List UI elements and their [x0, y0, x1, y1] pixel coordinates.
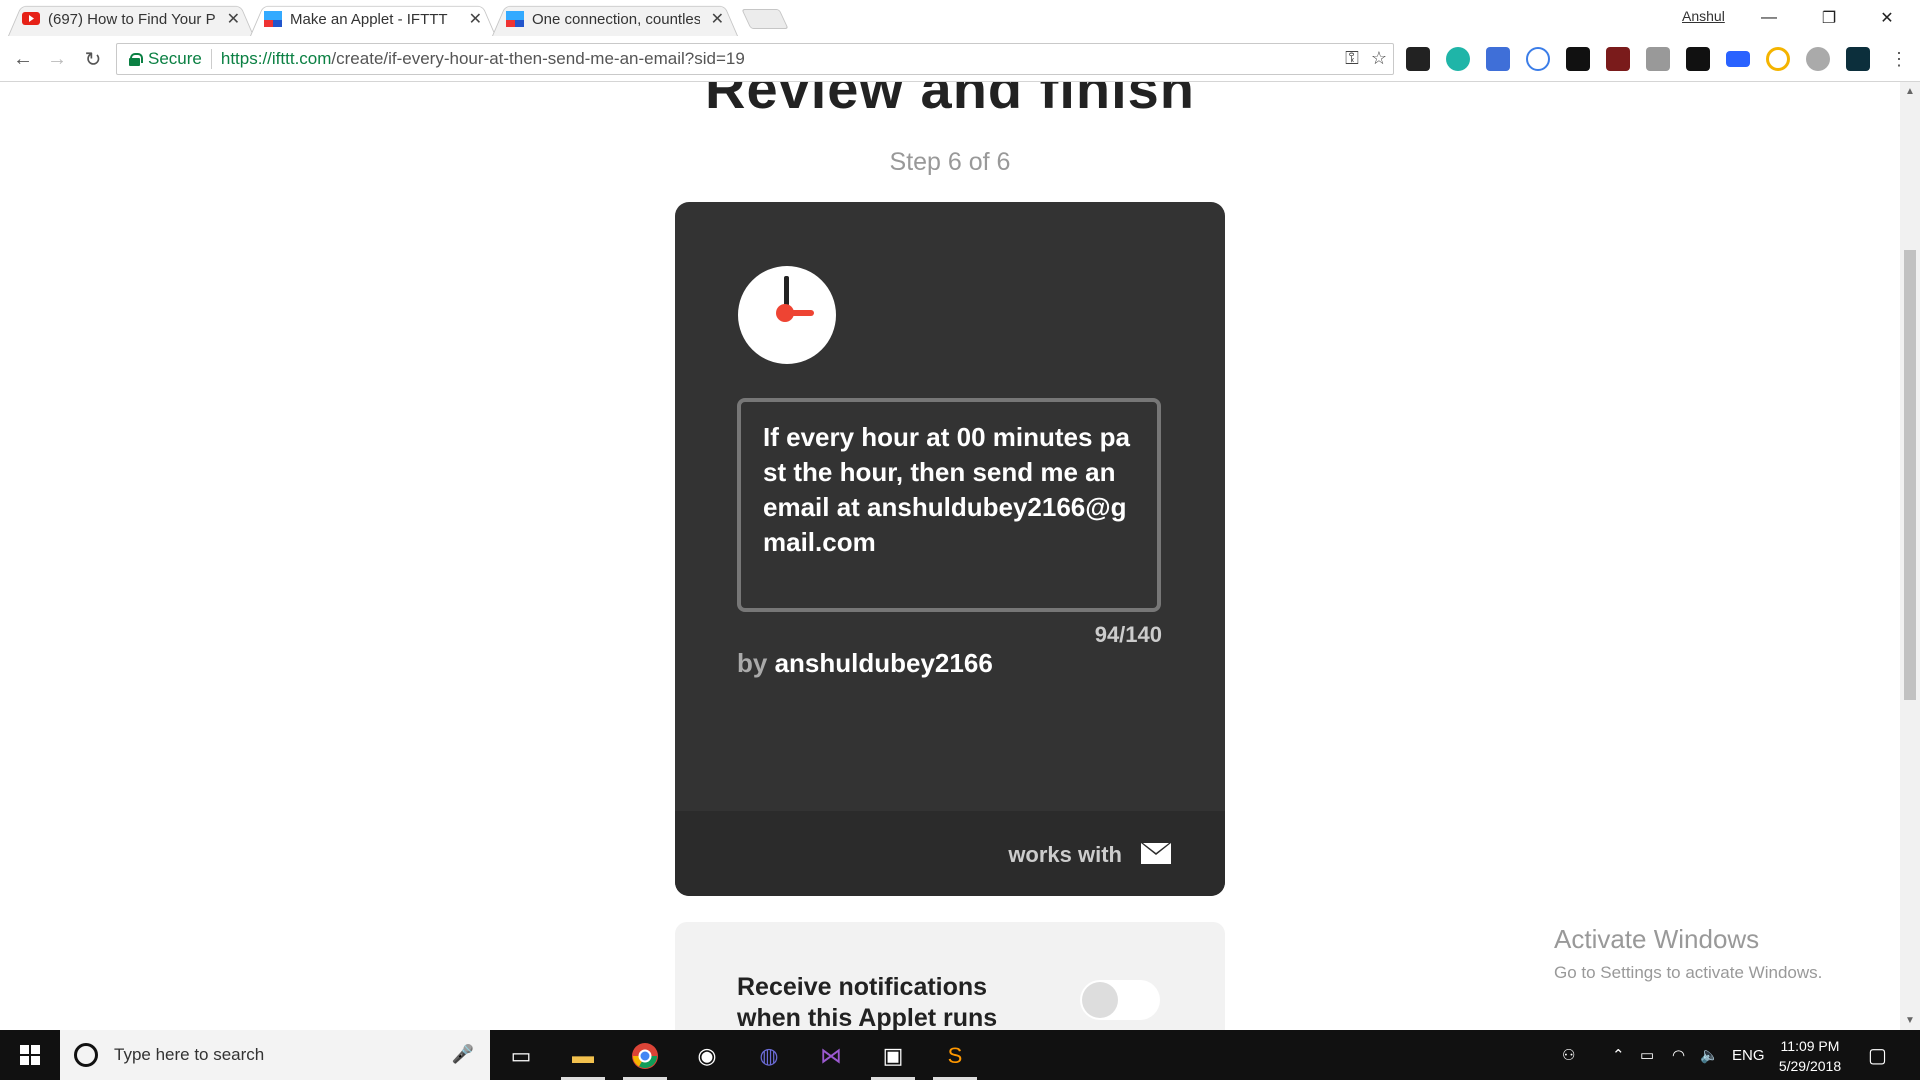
- author-name: anshuldubey2166: [774, 648, 993, 678]
- ifttt-icon: [264, 11, 282, 27]
- lock-icon: [129, 52, 143, 66]
- action-center-icon[interactable]: ▢: [1868, 1030, 1887, 1080]
- profile-name[interactable]: Anshul: [1682, 8, 1725, 24]
- extension-lines-icon[interactable]: [1726, 51, 1750, 67]
- new-tab-button[interactable]: [741, 9, 789, 29]
- extension-blue-icon[interactable]: [1486, 47, 1510, 71]
- url-host: https://ifttt.com: [220, 49, 332, 68]
- back-arrow-icon[interactable]: ←: [10, 46, 36, 72]
- notification-setting: Receive notifications when this Applet r…: [675, 922, 1225, 1030]
- microphone-icon[interactable]: 🎤: [452, 1044, 474, 1065]
- start-button[interactable]: [0, 1030, 60, 1080]
- tab-youtube[interactable]: (697) How to Find Your Pl ✕: [8, 2, 254, 36]
- browser-toolbar: ← → ↻ Secure https://ifttt.com/create/if…: [0, 36, 1920, 82]
- close-tab-icon[interactable]: ✕: [469, 9, 482, 29]
- scroll-up-icon[interactable]: ▲: [1905, 86, 1915, 97]
- extension-react-icon[interactable]: [1846, 47, 1870, 71]
- card-footer: works with: [675, 811, 1225, 896]
- steam-icon[interactable]: ◉: [682, 1036, 732, 1076]
- page-title: Review and finish: [705, 82, 1195, 120]
- terminal-icon[interactable]: ▣: [868, 1036, 918, 1080]
- close-window-icon[interactable]: ✕: [1858, 3, 1916, 33]
- tab-title: (697) How to Find Your Pl: [48, 10, 216, 28]
- watermark-subtitle: Go to Settings to activate Windows.: [1554, 963, 1823, 982]
- youtube-icon: [22, 12, 40, 25]
- visual-studio-icon[interactable]: ⋈: [806, 1036, 856, 1076]
- tab-make-an-applet[interactable]: Make an Applet - IFTTT ✕: [250, 2, 496, 36]
- cortana-icon: [74, 1043, 98, 1067]
- notification-toggle[interactable]: [1080, 980, 1160, 1020]
- people-icon[interactable]: ⚇: [1562, 1030, 1575, 1080]
- url-path: /create/if-every-hour-at-then-send-me-an…: [331, 49, 745, 68]
- watermark-title: Activate Windows: [1554, 924, 1760, 954]
- extension-sync-icon[interactable]: [1526, 47, 1550, 71]
- vertical-scrollbar[interactable]: ▲ ▼: [1900, 82, 1920, 1030]
- windows-taskbar: Type here to search 🎤 ▭ ▬ ◉ ◍ ⋈ ▣ S ⚇ ⌃ …: [0, 1030, 1920, 1080]
- reload-icon[interactable]: ↻: [80, 46, 106, 72]
- close-tab-icon[interactable]: ✕: [227, 9, 240, 29]
- extension-amazon-icon[interactable]: [1686, 47, 1710, 71]
- camera-icon[interactable]: [1646, 47, 1670, 71]
- clock-date: 5/29/2018: [1778, 1058, 1842, 1074]
- clock-time: 11:09 PM: [1780, 1038, 1840, 1054]
- language-indicator[interactable]: ENG: [1732, 1030, 1765, 1080]
- tab-title: One connection, countles: [532, 10, 700, 28]
- volume-icon[interactable]: 🔈: [1700, 1030, 1719, 1080]
- extension-check-icon[interactable]: [1766, 47, 1790, 71]
- key-icon[interactable]: ⚿: [1345, 48, 1359, 69]
- forward-arrow-icon[interactable]: →: [44, 46, 70, 72]
- applet-card: If every hour at 00 minutes past the hou…: [675, 202, 1225, 896]
- clock-icon: [738, 266, 836, 364]
- mail-icon: [1141, 843, 1171, 864]
- page-content: Review and finish Step 6 of 6 If every h…: [0, 82, 1900, 1030]
- battery-icon[interactable]: ▭: [1640, 1030, 1654, 1080]
- step-indicator: Step 6 of 6: [889, 148, 1011, 176]
- tab-one-connection[interactable]: One connection, countles ✕: [492, 2, 738, 36]
- extension-teal-icon[interactable]: [1446, 47, 1470, 71]
- taskbar-search[interactable]: Type here to search 🎤: [60, 1030, 490, 1080]
- extension-mv-icon[interactable]: [1606, 47, 1630, 71]
- minimize-icon[interactable]: —: [1740, 3, 1798, 33]
- tab-title: Make an Applet - IFTTT: [290, 10, 448, 28]
- applet-description-input[interactable]: If every hour at 00 minutes past the hou…: [737, 398, 1161, 612]
- address-bar[interactable]: Secure https://ifttt.com/create/if-every…: [116, 43, 1394, 75]
- scroll-down-icon[interactable]: ▼: [1905, 1015, 1915, 1026]
- star-icon[interactable]: ☆: [1371, 48, 1387, 69]
- toggle-knob: [1082, 982, 1118, 1018]
- works-with-label: works with: [1008, 842, 1122, 867]
- eclipse-icon[interactable]: ◍: [744, 1036, 794, 1076]
- scroll-thumb[interactable]: [1904, 250, 1916, 700]
- secure-label: Secure: [148, 49, 202, 68]
- close-tab-icon[interactable]: ✕: [711, 9, 724, 29]
- extension-globe-icon[interactable]: [1806, 47, 1830, 71]
- taskbar-clock[interactable]: 11:09 PM 5/29/2018: [1762, 1036, 1858, 1076]
- chrome-icon[interactable]: [620, 1036, 670, 1080]
- menu-dots-icon[interactable]: ⋮: [1886, 46, 1912, 72]
- apps-grid-icon[interactable]: [1406, 47, 1430, 71]
- activate-windows-watermark: Activate Windows Go to Settings to activ…: [1554, 924, 1822, 983]
- tray-chevron-icon[interactable]: ⌃: [1612, 1030, 1625, 1080]
- file-explorer-icon[interactable]: ▬: [558, 1036, 608, 1080]
- extension-glasses-icon[interactable]: [1566, 47, 1590, 71]
- task-view-icon[interactable]: ▭: [496, 1036, 546, 1076]
- ifttt-icon: [506, 11, 524, 27]
- wifi-icon[interactable]: ◠: [1672, 1030, 1685, 1080]
- windows-logo-icon: [20, 1045, 40, 1065]
- by-label: by: [737, 648, 768, 678]
- search-placeholder: Type here to search: [114, 1045, 265, 1064]
- tab-strip: (697) How to Find Your Pl ✕ Make an Appl…: [0, 0, 1920, 36]
- character-counter: 94/140: [1094, 622, 1162, 647]
- notification-label: Receive notifications when this Applet r…: [737, 973, 998, 1030]
- sublime-text-icon[interactable]: S: [930, 1036, 980, 1080]
- restore-icon[interactable]: ❐: [1800, 3, 1858, 33]
- author-line: by anshuldubey2166: [737, 648, 993, 679]
